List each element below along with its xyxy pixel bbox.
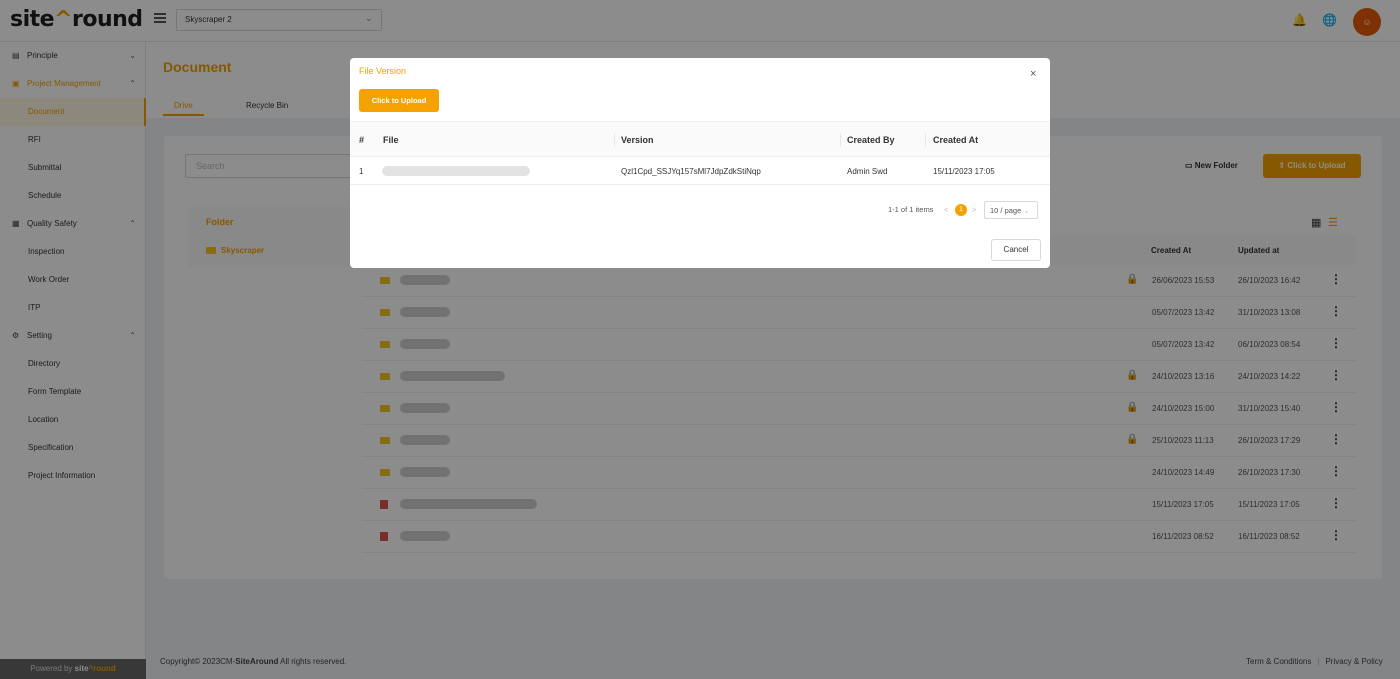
chevron-down-icon: ⌄ bbox=[1023, 206, 1030, 215]
pagination-summary: 1-1 of 1 items bbox=[888, 205, 934, 214]
modal-upload-button[interactable]: Click to Upload bbox=[359, 89, 439, 112]
version-table-header: # File Version Created By Created At bbox=[350, 121, 1050, 157]
version-row-number: 1 bbox=[359, 167, 364, 176]
column-created-by: Created By bbox=[847, 135, 895, 145]
pagination-page-1[interactable]: 1 bbox=[955, 204, 967, 216]
close-icon[interactable]: × bbox=[1030, 68, 1036, 80]
column-file: File bbox=[383, 135, 399, 145]
version-row[interactable]: 1 Qzl1Cpd_SSJYq157sMl7JdpZdkStiNqp Admin… bbox=[350, 157, 1050, 185]
column-divider bbox=[840, 133, 841, 147]
pagination-prev[interactable]: < bbox=[944, 205, 948, 214]
pagination-next[interactable]: > bbox=[972, 205, 976, 214]
column-version: Version bbox=[621, 135, 654, 145]
column-created-at: Created At bbox=[933, 135, 979, 145]
cancel-button[interactable]: Cancel bbox=[991, 239, 1041, 261]
modal-title: File Version bbox=[359, 66, 407, 76]
file-version-modal: File Version × Click to Upload # File Ve… bbox=[350, 58, 1050, 268]
column-divider bbox=[925, 133, 926, 147]
version-row-version: Qzl1Cpd_SSJYq157sMl7JdpZdkStiNqp bbox=[621, 167, 761, 176]
page-size-select[interactable]: 10 / page ⌄ bbox=[984, 201, 1038, 219]
version-row-file[interactable] bbox=[382, 166, 530, 176]
version-row-created-at: 15/11/2023 17:05 bbox=[933, 167, 995, 176]
column-number: # bbox=[359, 135, 365, 145]
column-divider bbox=[614, 133, 615, 147]
version-row-created-by: Admin Swd bbox=[847, 167, 888, 176]
